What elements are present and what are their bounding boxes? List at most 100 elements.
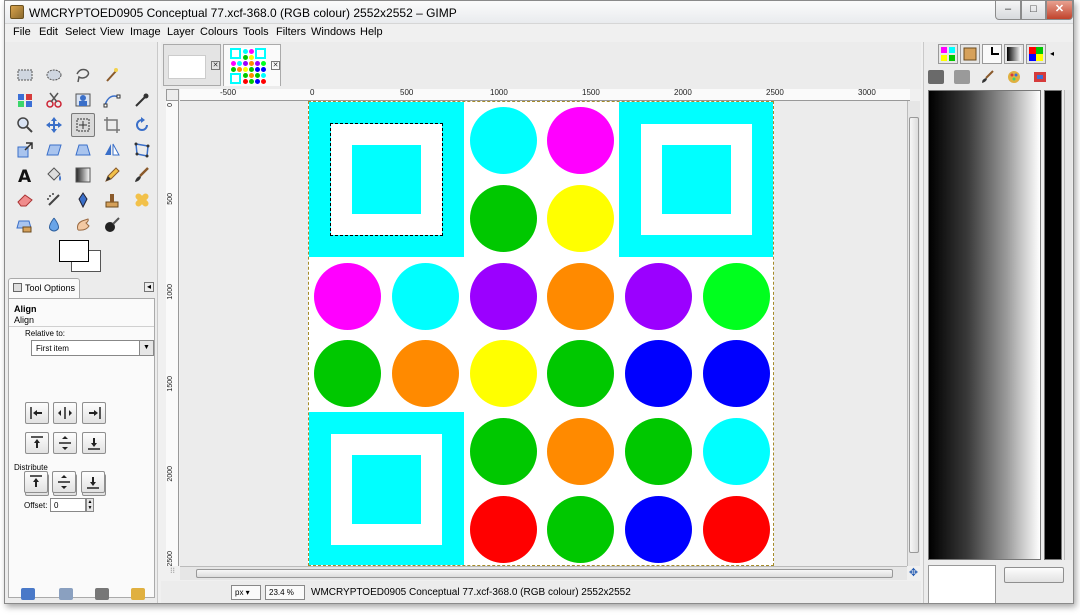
tab-colours[interactable] xyxy=(1026,44,1046,64)
tab-palettes[interactable] xyxy=(938,44,958,64)
flip-tool[interactable] xyxy=(100,138,124,162)
green-circle[interactable] xyxy=(470,185,537,252)
menu-windows[interactable]: Windows xyxy=(311,26,356,38)
orange-circle[interactable] xyxy=(392,340,459,407)
gradient-preview[interactable] xyxy=(928,90,1041,560)
green-circle[interactable] xyxy=(547,340,614,407)
foreground-select-tool[interactable] xyxy=(71,88,95,112)
tool-presets-icon[interactable] xyxy=(928,70,944,84)
lime-circle[interactable] xyxy=(703,263,770,330)
vertical-ruler[interactable]: 0 500 1000 1500 2000 2500 xyxy=(166,101,179,566)
menu-tools[interactable]: Tools xyxy=(243,26,269,38)
tab-brushes[interactable] xyxy=(982,44,1002,64)
scale-tool[interactable] xyxy=(13,138,37,162)
by-colour-select-tool[interactable] xyxy=(13,88,37,112)
green-circle[interactable] xyxy=(314,340,381,407)
blue-circle[interactable] xyxy=(625,340,692,407)
menu-image[interactable]: Image xyxy=(130,26,161,38)
menu-colours[interactable]: Colours xyxy=(200,26,238,38)
dock-scrollbar[interactable] xyxy=(1064,90,1072,560)
paths-tool[interactable] xyxy=(100,88,124,112)
rotate-tool[interactable] xyxy=(130,113,154,137)
green-circle[interactable] xyxy=(547,496,614,563)
ink-tool[interactable] xyxy=(71,188,95,212)
menu-view[interactable]: View xyxy=(100,26,124,38)
foreground-colour-swatch[interactable] xyxy=(59,240,89,262)
dodge-burn-tool[interactable] xyxy=(100,213,124,237)
offset-input[interactable]: 0 xyxy=(50,498,86,512)
maximize-button[interactable]: □ xyxy=(1021,1,1046,20)
menu-filters[interactable]: Filters xyxy=(276,26,306,38)
menu-edit[interactable]: Edit xyxy=(39,26,58,38)
cyan-square-top-right[interactable] xyxy=(619,102,773,257)
distribute-bottom-button[interactable] xyxy=(81,471,105,493)
align-top-edge-button[interactable] xyxy=(25,432,49,454)
unit-select[interactable]: px ▾ xyxy=(231,585,261,600)
dock-action-button[interactable] xyxy=(1004,567,1064,583)
minimize-button[interactable]: – xyxy=(995,1,1021,20)
colour-picker-tool[interactable] xyxy=(130,88,154,112)
zoom-tool[interactable] xyxy=(13,113,37,137)
menu-select[interactable]: Select xyxy=(65,26,96,38)
dock-tab-menu-icon[interactable]: ◂ xyxy=(1050,49,1054,58)
red-circle[interactable] xyxy=(470,496,537,563)
horizontal-scrollbar[interactable] xyxy=(180,566,907,580)
crop-tool[interactable] xyxy=(100,113,124,137)
canvas-area[interactable] xyxy=(180,101,907,566)
gradient-list-preview[interactable] xyxy=(1044,90,1062,560)
quick-mask-toggle[interactable]: ⁝⁝ xyxy=(166,566,179,580)
text-tool[interactable]: A xyxy=(13,163,37,187)
cyan-circle[interactable] xyxy=(703,418,770,485)
fg-bg-colours[interactable] xyxy=(57,238,105,274)
distribute-middle-button[interactable] xyxy=(52,471,76,493)
tab-menu-button[interactable]: ◂ xyxy=(144,282,154,292)
orange-circle[interactable] xyxy=(547,263,614,330)
cyan-square-top-left[interactable] xyxy=(309,102,464,257)
tab-gradients[interactable] xyxy=(1004,44,1024,64)
heal-tool[interactable] xyxy=(130,188,154,212)
navigate-icon[interactable]: ✥ xyxy=(907,566,920,580)
ruler-corner[interactable] xyxy=(166,89,179,101)
fuzzy-select-tool[interactable] xyxy=(100,63,124,87)
blue-circle[interactable] xyxy=(703,340,770,407)
vertical-scrollbar[interactable] xyxy=(907,101,920,566)
clone-tool[interactable] xyxy=(100,188,124,212)
image-tab-blank[interactable]: ✕ xyxy=(163,44,221,86)
zoom-select[interactable]: 23.4 % xyxy=(265,585,305,600)
orange-circle[interactable] xyxy=(547,418,614,485)
restore-options-icon[interactable] xyxy=(59,588,73,600)
distribute-top-button[interactable] xyxy=(24,471,48,493)
reset-options-icon[interactable] xyxy=(131,588,145,600)
scrollbar-thumb[interactable] xyxy=(196,569,893,578)
align-middle-button[interactable] xyxy=(53,432,77,454)
align-center-button[interactable] xyxy=(53,402,77,424)
magenta-circle[interactable] xyxy=(547,107,614,174)
printer-icon[interactable] xyxy=(954,70,970,84)
close-icon[interactable]: ✕ xyxy=(271,61,280,70)
yellow-circle[interactable] xyxy=(547,185,614,252)
blur-tool[interactable] xyxy=(42,213,66,237)
scissors-select-tool[interactable] xyxy=(42,88,66,112)
paintbrush-tool[interactable] xyxy=(130,163,154,187)
shear-tool[interactable] xyxy=(42,138,66,162)
pencil-tool[interactable] xyxy=(100,163,124,187)
close-icon[interactable]: ✕ xyxy=(211,61,220,70)
cyan-circle[interactable] xyxy=(470,107,537,174)
delete-options-icon[interactable] xyxy=(95,588,109,600)
ellipse-select-tool[interactable] xyxy=(42,63,66,87)
scrollbar-thumb[interactable] xyxy=(909,117,919,553)
red-circle[interactable] xyxy=(703,496,770,563)
yellow-circle[interactable] xyxy=(470,340,537,407)
move-tool[interactable] xyxy=(42,113,66,137)
tab-fonts[interactable] xyxy=(960,44,980,64)
blend-tool[interactable] xyxy=(71,163,95,187)
blue-circle[interactable] xyxy=(625,496,692,563)
align-right-edge-button[interactable] xyxy=(82,402,106,424)
green-circle[interactable] xyxy=(470,418,537,485)
menu-file[interactable]: File xyxy=(13,26,31,38)
relative-to-select[interactable]: First item ▼ xyxy=(31,340,154,356)
image-canvas[interactable] xyxy=(308,101,774,566)
cyan-square-bottom-left[interactable] xyxy=(309,412,464,565)
rect-select-tool[interactable] xyxy=(13,63,37,87)
patterns-icon[interactable] xyxy=(1032,70,1048,84)
